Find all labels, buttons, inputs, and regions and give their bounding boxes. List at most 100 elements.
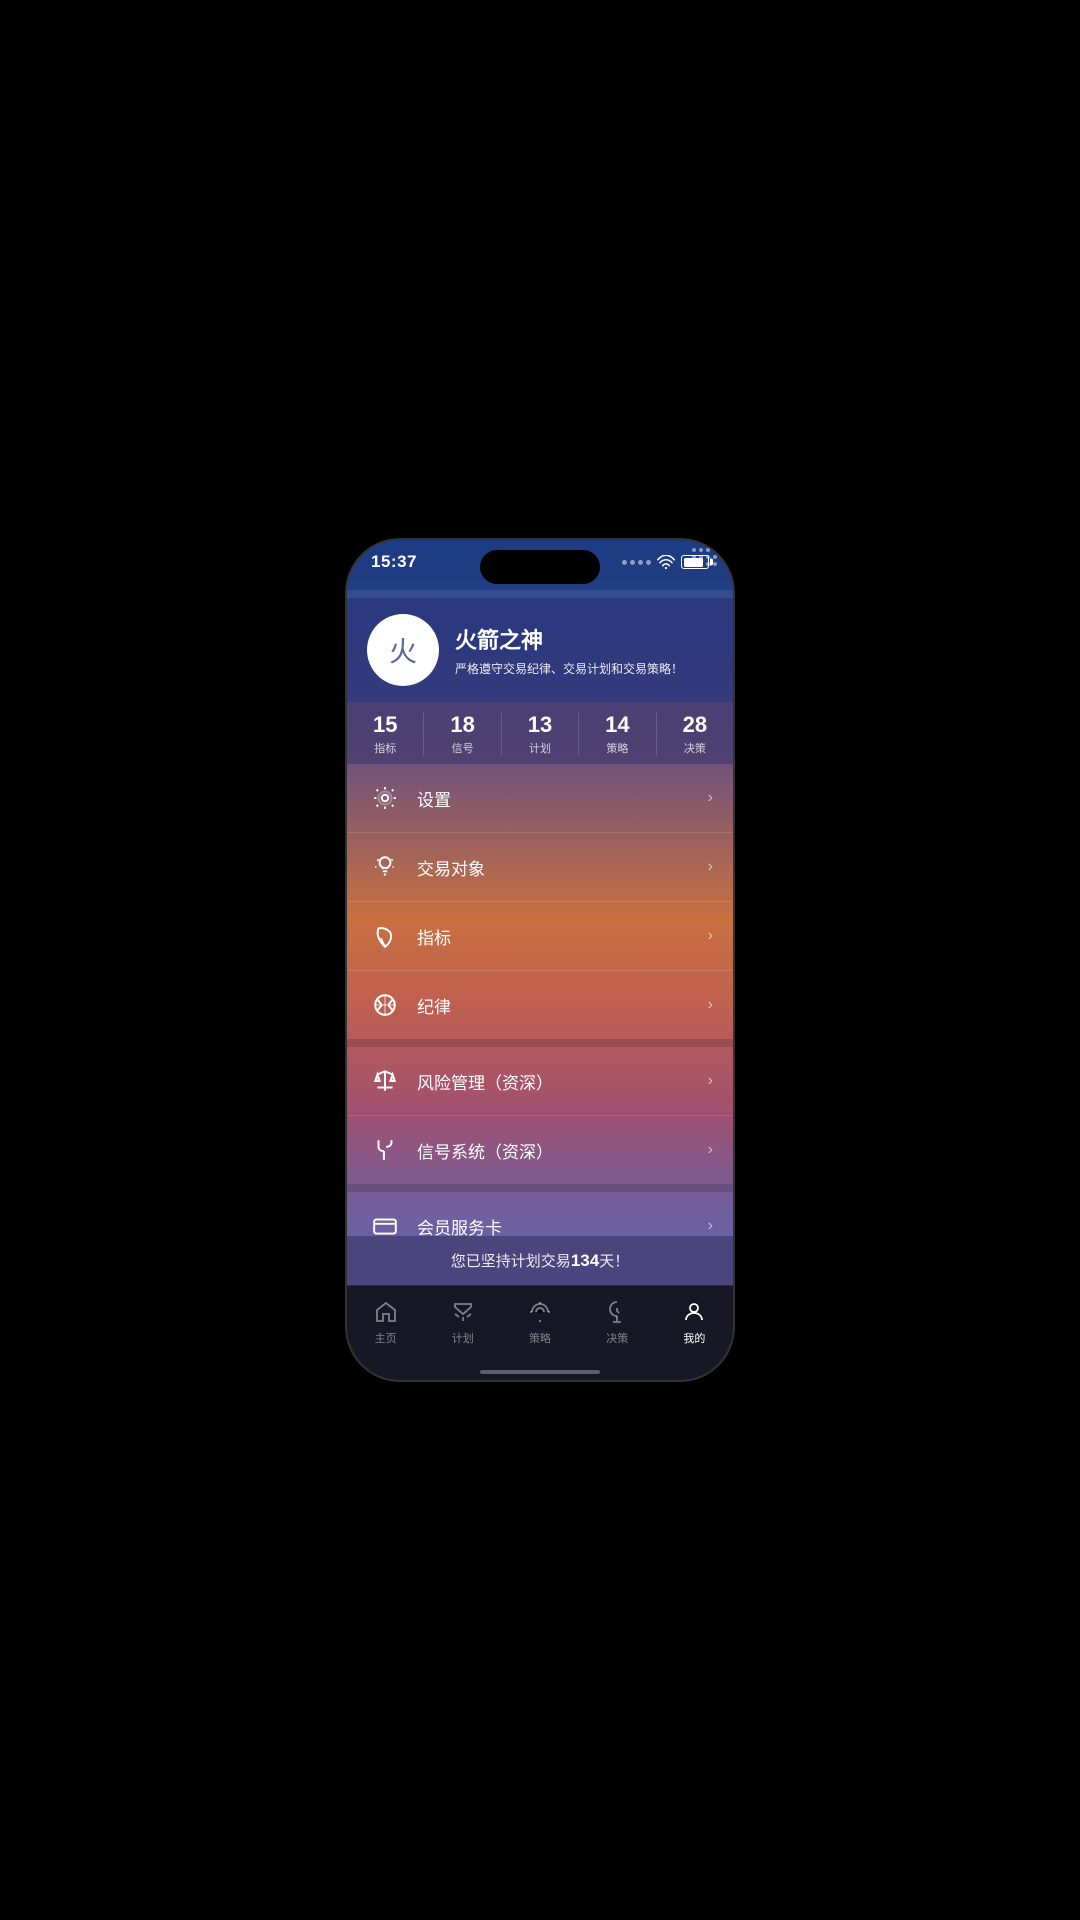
banner-prefix: 您已坚持计划交易 — [451, 1253, 571, 1270]
profile-section: 火 火箭之神 严格遵守交易纪律、交易计划和交易策略！ — [347, 598, 733, 702]
stat-label-decisions: 决策 — [657, 740, 733, 756]
scales-icon — [372, 1068, 398, 1094]
nav-item-plan[interactable]: 计划 — [424, 1294, 501, 1350]
nav-item-home[interactable]: 主页 — [347, 1294, 424, 1350]
gear-icon — [372, 785, 398, 811]
leaf-icon — [372, 923, 398, 949]
chevron-icon-discipline: › — [708, 996, 713, 1014]
menu-item-discipline[interactable]: 纪律 › — [347, 971, 733, 1039]
card-icon — [372, 1213, 398, 1236]
nav-item-decision[interactable]: 决策 — [579, 1294, 656, 1350]
menu-icon-signal-system — [367, 1132, 403, 1168]
profile-motto: 严格遵守交易纪律、交易计划和交易策略！ — [455, 661, 713, 678]
stat-label-signals: 信号 — [424, 740, 500, 756]
menu-item-risk-management[interactable]: 风险管理（资深） › — [347, 1047, 733, 1116]
stat-item-strategies: 14 策略 — [579, 712, 656, 756]
signal-dot-2 — [630, 560, 635, 565]
menu-item-trading-target[interactable]: 交易对象 › — [347, 833, 733, 902]
stat-number-strategies: 14 — [579, 712, 655, 738]
decision-nav-icon — [605, 1300, 629, 1324]
menu-icon-membership — [367, 1208, 403, 1236]
nav-item-strategy[interactable]: 策略 — [501, 1294, 578, 1350]
wifi-icon — [657, 555, 675, 569]
stat-number-plans: 13 — [502, 712, 578, 738]
menu-label-discipline: 纪律 — [417, 993, 708, 1018]
stat-item-indicators: 15 指标 — [347, 712, 424, 756]
menu-label-indicators: 指标 — [417, 924, 708, 949]
plan-nav-icon — [451, 1300, 475, 1324]
status-time: 15:37 — [371, 552, 417, 572]
menu-label-risk-management: 风险管理（资深） — [417, 1069, 708, 1094]
nav-label-strategy: 策略 — [529, 1330, 551, 1346]
signal-dot-1 — [622, 560, 627, 565]
chevron-icon-trading-target: › — [708, 858, 713, 876]
menu-label-signal-system: 信号系统（资深） — [417, 1138, 708, 1163]
menu-icon-trading-target — [367, 849, 403, 885]
signal-dots — [622, 560, 651, 565]
stat-label-indicators: 指标 — [347, 740, 423, 756]
stat-item-decisions: 28 决策 — [657, 712, 733, 756]
menu-icon-discipline — [367, 987, 403, 1023]
lightbulb-icon — [372, 854, 398, 880]
stats-bar: 15 指标 18 信号 13 计划 14 策略 28 决策 — [347, 702, 733, 764]
menu-item-settings[interactable]: 设置 › — [347, 764, 733, 833]
menu-divider-1 — [347, 1039, 733, 1047]
menu-group-group2: 风险管理（资深） › 信号系统（资深） › — [347, 1047, 733, 1184]
nav-item-mine[interactable]: 我的 — [656, 1294, 733, 1350]
menu-icon-settings — [367, 780, 403, 816]
stat-number-indicators: 15 — [347, 712, 423, 738]
menu-label-membership: 会员服务卡 — [417, 1214, 708, 1237]
signal-dot-3 — [638, 560, 643, 565]
menu-section: 设置 › 交易对象 › 指标 › 纪律 — [347, 764, 733, 1236]
chevron-icon-indicators: › — [708, 927, 713, 945]
stat-item-plans: 13 计划 — [502, 712, 579, 756]
stat-number-decisions: 28 — [657, 712, 733, 738]
menu-label-settings: 设置 — [417, 786, 708, 811]
stat-item-signals: 18 信号 — [424, 712, 501, 756]
nav-label-plan: 计划 — [452, 1330, 474, 1346]
home-indicator-bar — [480, 1370, 600, 1374]
mine-nav-icon — [682, 1300, 706, 1324]
home-nav-icon — [374, 1300, 398, 1324]
menu-item-signal-system[interactable]: 信号系统（资深） › — [347, 1116, 733, 1184]
bottom-nav: 主页 计划 策略 决策 我的 — [347, 1285, 733, 1370]
nav-label-decision: 决策 — [606, 1330, 628, 1346]
nav-icon-plan — [449, 1298, 477, 1326]
nav-icon-mine — [680, 1298, 708, 1326]
profile-name: 火箭之神 — [455, 623, 713, 655]
menu-icon-indicators — [367, 918, 403, 954]
stat-number-signals: 18 — [424, 712, 500, 738]
menu-icon-risk-management — [367, 1063, 403, 1099]
chevron-icon-signal-system: › — [708, 1141, 713, 1159]
dot-grid-icon[interactable] — [692, 548, 717, 566]
avatar: 火 — [367, 614, 439, 686]
phone-screen: 15:37 — [347, 540, 733, 1380]
nav-label-home: 主页 — [375, 1330, 397, 1346]
chevron-icon-membership: › — [708, 1217, 713, 1235]
stat-label-strategies: 策略 — [579, 740, 655, 756]
nav-icon-decision — [603, 1298, 631, 1326]
nav-icon-home — [372, 1298, 400, 1326]
menu-group-group3: 会员服务卡 › 关于银环蛇 › — [347, 1192, 733, 1236]
chevron-icon-risk-management: › — [708, 1072, 713, 1090]
nav-icon-strategy — [526, 1298, 554, 1326]
menu-item-membership[interactable]: 会员服务卡 › — [347, 1192, 733, 1236]
menu-item-indicators[interactable]: 指标 › — [347, 902, 733, 971]
banner-days: 134 — [571, 1251, 599, 1270]
profile-info: 火箭之神 严格遵守交易纪律、交易计划和交易策略！ — [455, 623, 713, 678]
persistence-banner: 您已坚持计划交易134天！ — [347, 1236, 733, 1285]
chevron-icon-settings: › — [708, 789, 713, 807]
menu-label-trading-target: 交易对象 — [417, 855, 708, 880]
menu-divider-2 — [347, 1184, 733, 1192]
nav-label-mine: 我的 — [683, 1330, 705, 1346]
header-area: 15:37 — [347, 540, 733, 590]
phone-frame: 15:37 — [345, 538, 735, 1382]
banner-suffix: 天！ — [599, 1253, 629, 1270]
avatar-char: 火 — [389, 630, 417, 670]
dynamic-island — [480, 550, 600, 584]
signal-dot-4 — [646, 560, 651, 565]
aperture-icon — [372, 992, 398, 1018]
fork-icon — [372, 1137, 398, 1163]
stat-label-plans: 计划 — [502, 740, 578, 756]
strategy-nav-icon — [528, 1300, 552, 1324]
